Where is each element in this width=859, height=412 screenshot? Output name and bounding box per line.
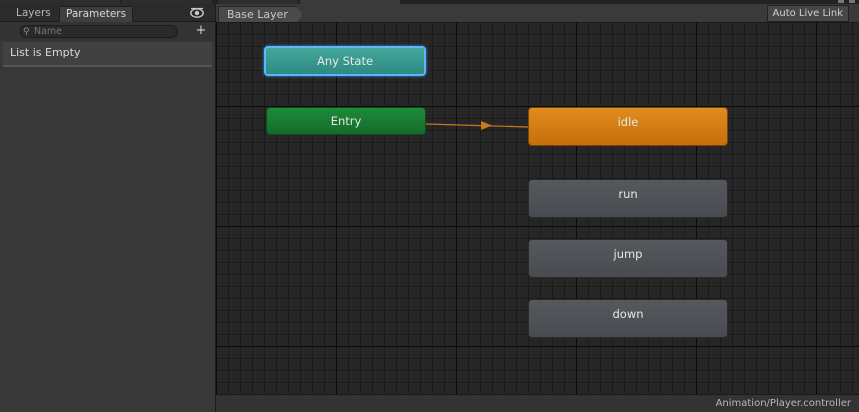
state-any-state[interactable]: Any State <box>264 46 426 76</box>
window-menu-icon[interactable] <box>838 0 844 3</box>
search-input[interactable] <box>34 26 164 38</box>
status-bar: Animation/Player.controller <box>216 394 859 412</box>
search-field[interactable]: ⚲ <box>20 25 178 38</box>
controller-path: Animation/Player.controller <box>715 398 851 409</box>
parameters-panel: Layers Parameters ⚲ + List is Empty <box>0 4 216 412</box>
state-machine-graph[interactable]: Any State Entry idle run jump down <box>216 22 859 394</box>
tab-layers[interactable]: Layers <box>10 6 57 21</box>
eye-icon[interactable] <box>190 7 204 19</box>
panel-tabs: Layers Parameters <box>0 4 215 22</box>
state-jump[interactable]: jump <box>528 239 728 278</box>
state-entry[interactable]: Entry <box>266 107 426 135</box>
parameters-list: List is Empty <box>3 42 212 67</box>
add-parameter-button[interactable]: + <box>193 24 209 38</box>
animator-window: Layers Parameters ⚲ + List is Empty Base… <box>0 0 859 412</box>
state-idle[interactable]: idle <box>528 107 728 146</box>
graph-toolbar: Base Layer Auto Live Link <box>216 4 859 23</box>
search-icon: ⚲ <box>23 27 30 37</box>
state-down[interactable]: down <box>528 299 728 338</box>
empty-list-message: List is Empty <box>10 46 81 59</box>
search-row: ⚲ + <box>0 22 215 41</box>
transition-arrow-icon <box>481 121 492 130</box>
auto-live-link-button[interactable]: Auto Live Link <box>766 5 849 22</box>
tab-parameters[interactable]: Parameters <box>59 6 134 22</box>
breadcrumb-base-layer[interactable]: Base Layer <box>218 6 303 23</box>
window-close-icon[interactable] <box>849 0 855 3</box>
transition-entry-to-idle[interactable] <box>425 123 529 128</box>
state-run[interactable]: run <box>528 179 728 218</box>
